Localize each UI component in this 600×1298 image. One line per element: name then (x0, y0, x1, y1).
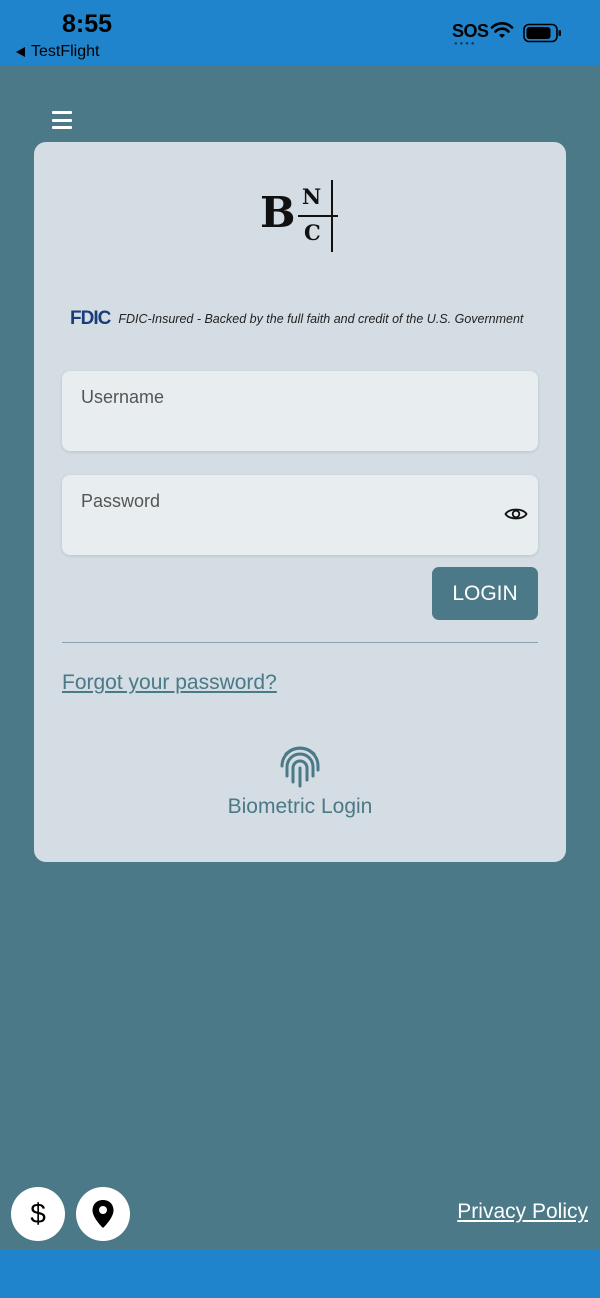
dollar-sign-icon: $ (30, 1198, 46, 1229)
password-field[interactable]: Password (62, 475, 538, 555)
signal-dots-icon: ●●●● (454, 41, 477, 47)
divider (62, 642, 538, 643)
wifi-icon (490, 22, 514, 38)
bottom-bar (0, 1250, 600, 1298)
hamburger-menu-icon[interactable] (52, 111, 72, 129)
privacy-policy-link[interactable]: Privacy Policy (457, 1200, 588, 1224)
back-app-label: TestFlight (31, 43, 100, 60)
fingerprint-icon[interactable] (276, 742, 324, 790)
fdic-text: FDIC-Insured - Backed by the full faith … (118, 312, 524, 326)
bnc-logo: B N C (258, 180, 344, 258)
status-bar: 8:55 TestFlight SOS ●●●● (0, 0, 600, 66)
login-button[interactable]: LOGIN (432, 567, 538, 620)
username-field[interactable]: Username (62, 371, 538, 451)
forgot-password-link[interactable]: Forgot your password? (62, 671, 277, 695)
battery-icon (523, 23, 561, 43)
username-placeholder: Username (81, 387, 165, 407)
password-placeholder: Password (81, 491, 161, 511)
show-password-eye-icon[interactable] (504, 505, 528, 523)
biometric-login-label[interactable]: Biometric Login (34, 795, 566, 819)
back-arrow-icon (16, 47, 25, 57)
dollar-button[interactable]: $ (11, 1187, 65, 1241)
map-pin-icon (92, 1200, 114, 1228)
fdic-logo: FDIC (70, 308, 111, 329)
location-button[interactable] (76, 1187, 130, 1241)
login-card: B N C FDIC FDIC-Insured - Backed by the … (34, 142, 566, 862)
status-time: 8:55 (62, 10, 113, 38)
carrier-sos: SOS (452, 21, 489, 41)
back-to-app-link[interactable]: TestFlight (16, 43, 99, 61)
fdic-notice: FDIC FDIC-Insured - Backed by the full f… (70, 308, 523, 330)
